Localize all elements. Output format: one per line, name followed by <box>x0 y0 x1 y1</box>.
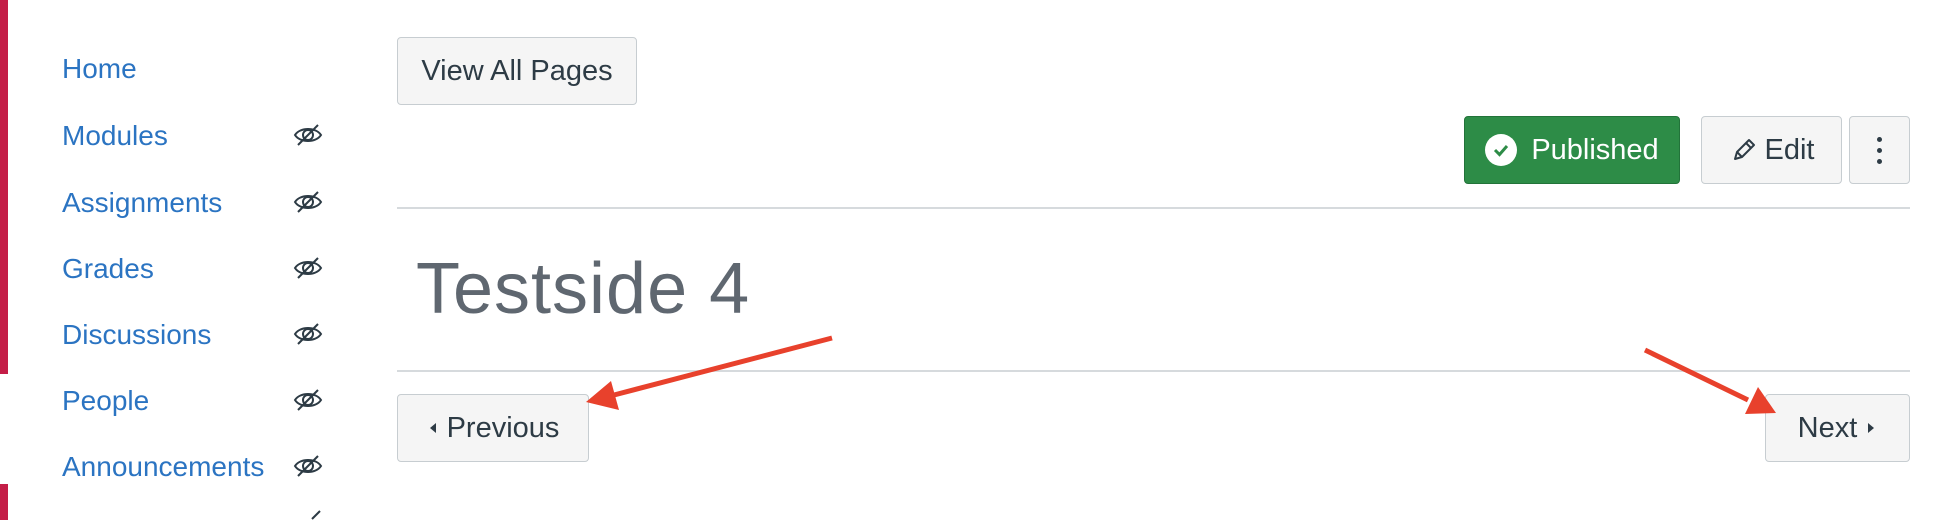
eye-slash-icon <box>293 323 323 345</box>
sidebar-item-label: Modules <box>62 120 168 151</box>
previous-button[interactable]: Previous <box>397 394 589 462</box>
page-title: Testside 4 <box>416 249 751 329</box>
eye-slash-icon <box>311 510 321 520</box>
published-button[interactable]: Published <box>1464 116 1680 184</box>
sidebar-item-people[interactable]: People <box>62 379 332 423</box>
sidebar-item-label: People <box>62 385 150 416</box>
eye-slash-icon <box>293 124 323 146</box>
eye-slash-icon <box>293 455 323 477</box>
edit-label: Edit <box>1764 133 1815 166</box>
header-divider <box>397 207 1910 209</box>
next-label: Next <box>1797 411 1858 444</box>
sidebar-item-label: Grades <box>62 253 154 284</box>
sidebar-item-label: Assignments <box>62 187 223 218</box>
published-label: Published <box>1531 133 1659 166</box>
annotation-arrow-next <box>1643 347 1776 414</box>
edit-button[interactable]: Edit <box>1701 116 1842 184</box>
sidebar-item-label: Home <box>62 53 137 84</box>
sidebar-item-modules[interactable]: Modules <box>62 114 332 158</box>
check-circle-icon <box>1485 134 1518 166</box>
eye-slash-icon <box>293 191 323 213</box>
pencil-icon <box>1733 139 1755 160</box>
previous-label: Previous <box>446 411 560 444</box>
sidebar-item-grades[interactable]: Grades <box>62 247 332 291</box>
kebab-icon <box>1877 134 1882 167</box>
more-options-button[interactable] <box>1849 116 1910 184</box>
sidebar-item-discussions[interactable]: Discussions <box>62 313 332 357</box>
sidebar-item-label: Discussions <box>62 319 212 350</box>
course-navigation: Home Modules Assignments Grades Discussi… <box>0 0 360 520</box>
sidebar-item-home[interactable]: Home <box>62 47 332 91</box>
caret-right-icon <box>1868 423 1875 433</box>
caret-left-icon <box>429 423 436 433</box>
sidebar-item-label: Announcements <box>62 451 265 482</box>
view-all-pages-button[interactable]: View All Pages <box>397 37 637 105</box>
sidebar-item-announcements[interactable]: Announcements <box>62 445 332 489</box>
content-divider <box>397 370 1910 372</box>
annotation-arrow-previous <box>586 335 833 410</box>
next-button[interactable]: Next <box>1765 394 1910 462</box>
sidebar-item-assignments[interactable]: Assignments <box>62 181 332 225</box>
eye-slash-icon <box>293 389 323 411</box>
eye-slash-icon <box>293 257 323 279</box>
